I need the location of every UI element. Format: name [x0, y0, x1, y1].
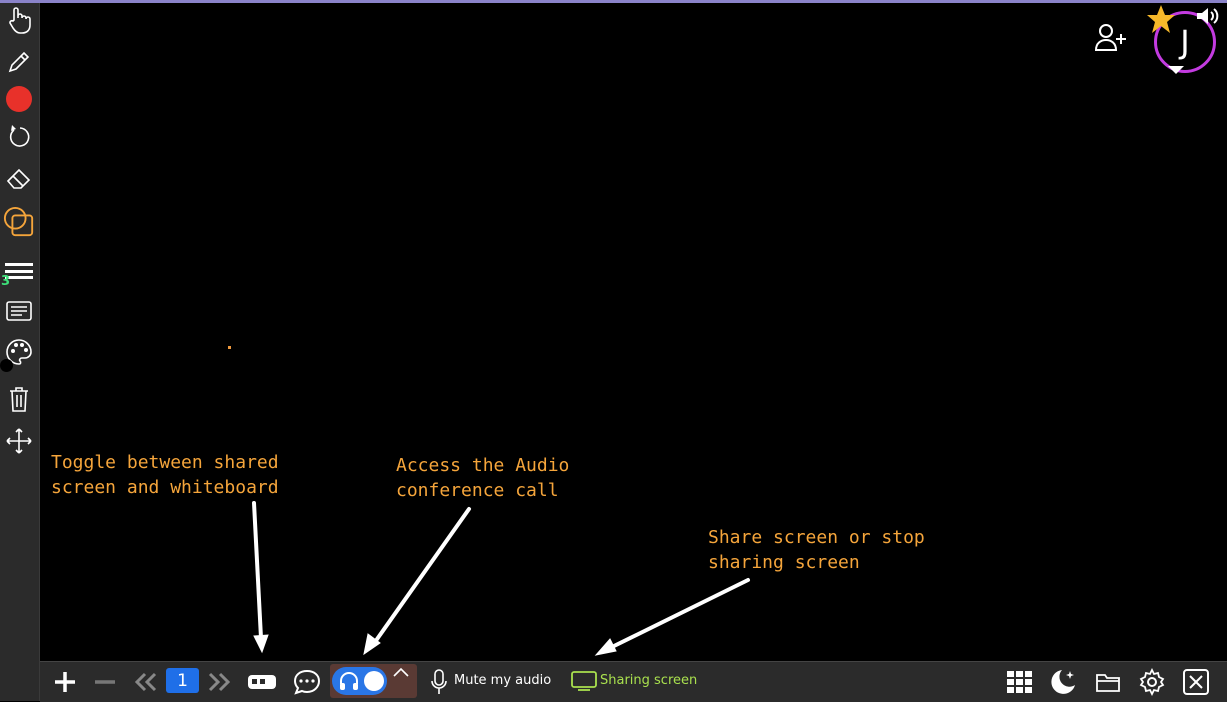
chat-icon[interactable] — [292, 662, 322, 702]
pointer-hand-icon[interactable] — [3, 5, 35, 37]
avatar-caret-icon[interactable] — [1168, 66, 1184, 74]
dark-mode-icon[interactable] — [1048, 662, 1078, 702]
canvas-dot — [228, 346, 231, 349]
bottom-toolbar: 1 Mute my audio Sharing screen — [40, 661, 1227, 702]
grid-icon[interactable] — [1005, 662, 1035, 702]
speaker-icon[interactable] — [1195, 5, 1221, 27]
share-screen-icon[interactable] — [570, 670, 598, 692]
headphones-icon — [340, 672, 358, 690]
sharing-screen-button[interactable]: Sharing screen — [600, 662, 697, 702]
pencil-icon[interactable] — [3, 46, 35, 78]
next-page-icon[interactable] — [207, 662, 231, 702]
prev-page-icon[interactable] — [134, 662, 158, 702]
shapes-icon[interactable] — [3, 206, 35, 238]
annotation-share: Share screen or stop sharing screen — [708, 527, 925, 573]
folder-icon[interactable] — [1094, 662, 1122, 702]
trash-icon[interactable] — [3, 383, 35, 415]
close-icon[interactable] — [1181, 662, 1211, 702]
add-user-icon[interactable] — [1094, 22, 1130, 52]
microphone-icon[interactable] — [430, 669, 448, 695]
move-icon[interactable] — [3, 425, 35, 457]
text-icon[interactable] — [3, 295, 35, 327]
add-page-button[interactable] — [52, 662, 78, 702]
eraser-icon[interactable] — [3, 163, 35, 195]
audio-conference-toggle[interactable] — [332, 667, 387, 695]
screen-whiteboard-toggle-icon[interactable] — [247, 662, 277, 702]
line-width-value: 3 — [1, 274, 11, 289]
audio-toggle-knob — [364, 671, 384, 691]
page-number[interactable]: 1 — [166, 668, 199, 693]
mute-audio-button[interactable]: Mute my audio — [454, 662, 551, 702]
whiteboard-canvas[interactable] — [40, 3, 1227, 660]
audio-options-caret-icon[interactable] — [393, 667, 409, 677]
annotation-toggle: Toggle between shared screen and whitebo… — [51, 452, 279, 498]
settings-gear-icon[interactable] — [1137, 662, 1167, 702]
current-color-dot — [0, 359, 13, 372]
whiteboard-tools-sidebar: 3 — [0, 3, 40, 701]
undo-icon[interactable] — [3, 120, 35, 152]
color-dot-icon[interactable] — [3, 83, 35, 115]
remove-page-button[interactable] — [92, 662, 118, 702]
annotation-audio: Access the Audio conference call — [396, 455, 570, 501]
star-icon — [1147, 5, 1175, 33]
